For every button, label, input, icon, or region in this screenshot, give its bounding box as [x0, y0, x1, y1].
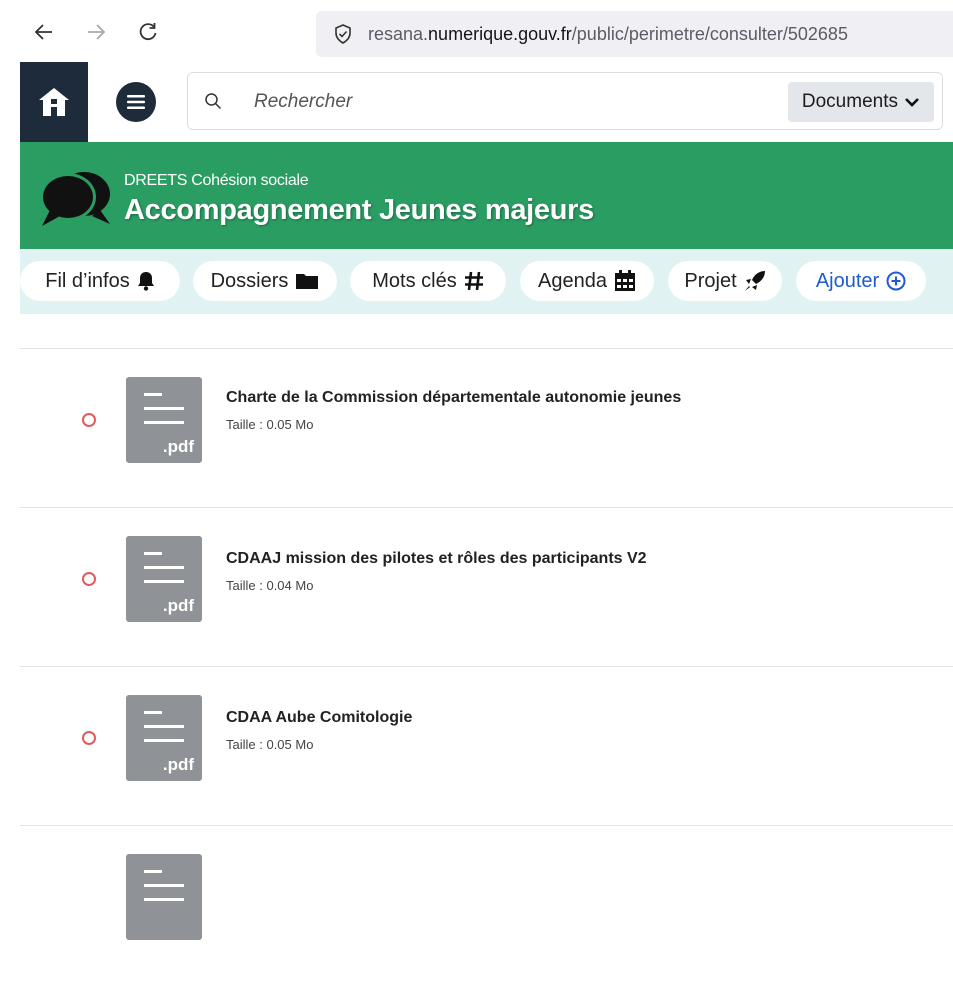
unread-indicator [82, 731, 96, 745]
browser-toolbar: resana. numerique.gouv.fr/public/perimetr… [0, 0, 953, 62]
document-row[interactable]: .pdf CDAAJ mission des pilotes et rôles … [20, 507, 953, 667]
tab-label: Mots clés [372, 269, 457, 292]
url-path: /public/perimetre/consulter/502685 [571, 23, 848, 44]
banner-title: Accompagnement Jeunes majeurs [124, 194, 594, 226]
pdf-file-icon: .pdf [126, 536, 202, 622]
document-row[interactable] [20, 825, 953, 985]
file-extension: .pdf [162, 596, 194, 615]
file-extension: .pdf [162, 437, 194, 456]
document-size: Taille : 0.05 Mo [226, 417, 314, 432]
tab-fil-infos[interactable]: Fil d’infos [20, 261, 180, 301]
calendar-icon [614, 270, 635, 291]
pdf-file-icon: .pdf [126, 695, 202, 781]
document-row[interactable]: .pdf CDAA Aube Comitologie Taille : 0.05… [20, 666, 953, 826]
workspace-banner: DREETS Cohésion sociale Accompagnement J… [20, 142, 953, 249]
workspace-tabs: Fil d’infos Dossiers Mots clés Agenda Pr… [20, 249, 953, 314]
reload-button[interactable] [134, 18, 162, 46]
bell-icon [137, 272, 154, 291]
hashtag-icon [464, 271, 483, 291]
search-input[interactable] [254, 87, 734, 117]
pdf-file-icon [126, 854, 202, 940]
tab-label: Dossiers [210, 269, 289, 292]
document-title[interactable]: CDAA Aube Comitologie [226, 709, 412, 727]
menu-button[interactable] [116, 82, 156, 122]
shield-icon [335, 24, 351, 44]
tab-label: Projet [684, 269, 737, 292]
search-scope-label: Documents [801, 91, 898, 112]
address-bar[interactable]: resana. numerique.gouv.fr/public/perimetr… [316, 11, 953, 57]
banner-subtitle: DREETS Cohésion sociale [124, 172, 309, 189]
document-size: Taille : 0.05 Mo [226, 737, 314, 752]
document-title[interactable]: CDAAJ mission des pilotes et rôles des p… [226, 550, 647, 568]
tab-agenda[interactable]: Agenda [520, 261, 654, 301]
home-icon [39, 88, 69, 116]
file-extension: .pdf [162, 755, 194, 774]
search-scope-dropdown[interactable]: Documents [787, 82, 934, 122]
rocket-icon [744, 271, 765, 291]
tab-label: Ajouter [815, 269, 880, 292]
document-title[interactable]: Charte de la Commission départementale a… [226, 389, 681, 407]
home-button[interactable] [20, 62, 88, 142]
chat-bubbles-icon [40, 172, 110, 226]
unread-indicator [82, 413, 96, 427]
search-box: Documents [187, 72, 943, 130]
arrow-left-icon [34, 24, 52, 40]
document-row[interactable]: .pdf Charte de la Commission département… [20, 348, 953, 508]
url-prefix: resana. [368, 23, 429, 44]
arrow-right-icon [88, 24, 106, 40]
url-domain: numerique.gouv.fr [428, 23, 572, 44]
unread-indicator [82, 572, 96, 586]
tab-dossiers[interactable]: Dossiers [193, 261, 337, 301]
tab-label: Fil d’infos [45, 269, 130, 292]
tab-mots-cles[interactable]: Mots clés [350, 261, 506, 301]
pdf-file-icon: .pdf [126, 377, 202, 463]
forward-button[interactable] [82, 18, 110, 46]
tab-ajouter[interactable]: Ajouter [796, 261, 926, 301]
back-button[interactable] [30, 18, 58, 46]
folder-icon [296, 274, 319, 289]
tab-label: Agenda [538, 269, 607, 292]
reload-icon [139, 23, 157, 41]
tab-projet[interactable]: Projet [668, 261, 782, 301]
menu-icon [127, 95, 145, 109]
document-size: Taille : 0.04 Mo [226, 578, 314, 593]
plus-circle-icon [886, 271, 906, 291]
chevron-down-icon [905, 98, 919, 107]
search-icon [205, 93, 222, 110]
app-header: Documents [20, 62, 953, 142]
